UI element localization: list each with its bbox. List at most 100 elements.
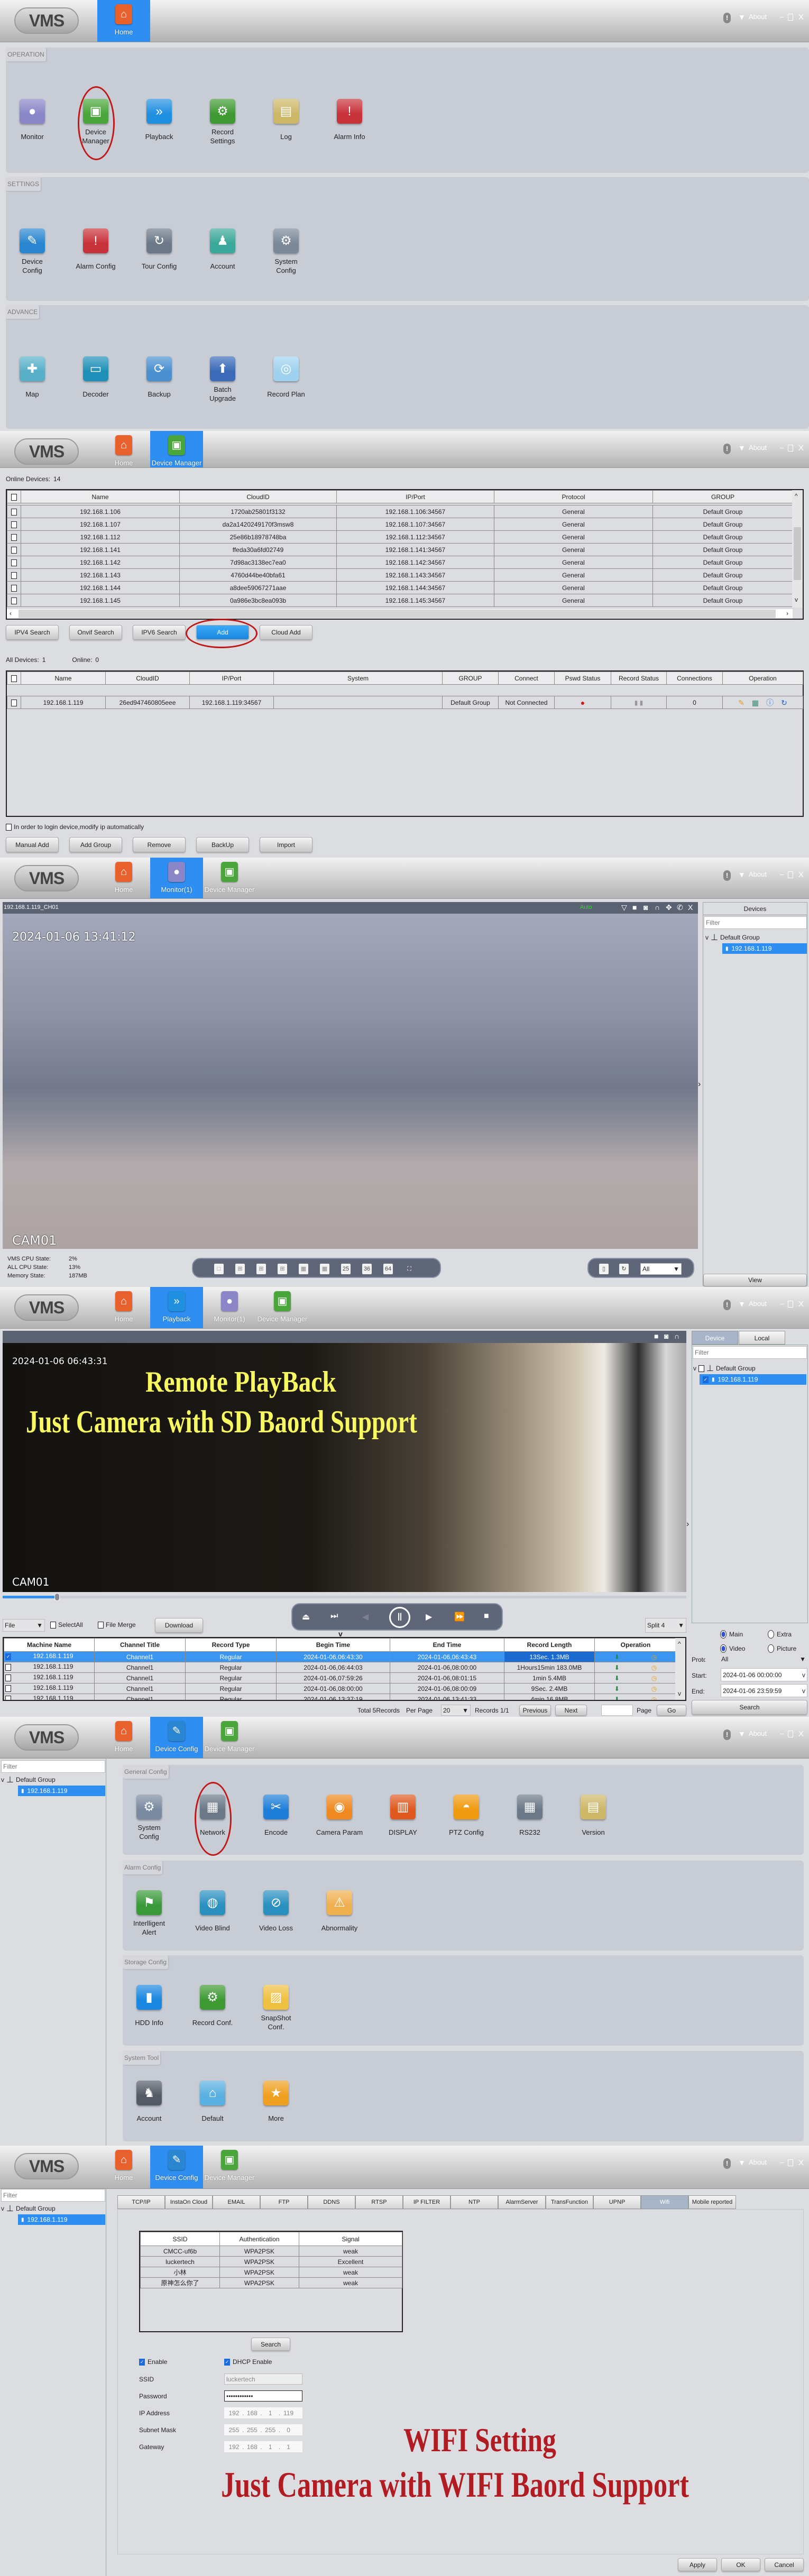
item-record-settings[interactable]: ⚙ Record Conf. [186,1985,239,2032]
side-tab-local[interactable]: Local [739,1331,785,1345]
file-merge-checkbox[interactable] [98,1621,104,1629]
scroll-left-icon[interactable]: ‹ [10,610,12,617]
layout-split-9-icon[interactable]: ▦ [299,1264,308,1274]
item-video-blind[interactable]: ◍ Video Blind [186,1890,239,1937]
minimize-icon[interactable]: – [780,1300,784,1308]
scroll-up-icon[interactable]: ^ [795,492,798,500]
backup-button[interactable]: BackUp [196,837,249,852]
column-header-record-status[interactable]: Record Status [611,671,667,685]
config-tab-rtsp[interactable]: RTSP [355,2195,403,2209]
search-button[interactable]: Search [692,1700,807,1715]
row-checkbox[interactable] [5,1664,11,1671]
stream-select[interactable]: All ▼ [640,1263,682,1275]
info-icon[interactable]: ! [723,1300,731,1310]
config-tab-transfunction[interactable]: TransFunction [546,2195,593,2209]
filter-input[interactable] [1,2189,105,2202]
column-header-pswd-status[interactable]: Pswd Status [554,671,611,685]
checkbox[interactable] [11,597,17,604]
about-link[interactable]: About [749,870,767,878]
table-row[interactable]: 192.168.1.119 26ed947460805eee 192.168.1.1… [7,696,803,709]
tour-icon[interactable]: ↻ [619,1264,629,1274]
filter-input[interactable] [1,1760,105,1773]
info-icon[interactable]: ! [723,1729,731,1740]
radio-button[interactable] [720,1644,727,1653]
octet[interactable]: 1 [280,2443,297,2451]
table-row[interactable]: 192.168.1.119 Channel1 Regular 2024-01-06,0… [4,1662,677,1673]
about-link[interactable]: About [749,1300,767,1308]
tab-device-manager[interactable]: ▣ Device Manager [203,858,256,898]
table-row[interactable]: 192.168.1.145 0a986e3bc8ea093b 192.168.1.1… [7,594,793,607]
item-alarm-config[interactable]: ! Alarm Config [69,228,122,275]
column-header-cloudid[interactable]: CloudID [179,490,337,503]
column-header-ip-port[interactable]: IP/Port [189,671,274,685]
item-camera-param[interactable]: ◉ Camera Param [313,1795,366,1842]
layout-split-1-icon[interactable]: □ [214,1264,224,1274]
column-header-operation[interactable]: Operation [594,1638,677,1652]
row-checkbox[interactable] [5,1685,11,1692]
config-tab-email[interactable]: EMAIL [213,2195,260,2209]
minimize-icon[interactable]: – [780,13,784,21]
split-select[interactable]: Split 4 ▼ [645,1618,686,1633]
config-tab-ntp[interactable]: NTP [451,2195,498,2209]
tab-home[interactable]: ⌂ Home [97,1287,150,1328]
row-checkbox-cell[interactable] [7,581,21,594]
column-header-channel-title[interactable]: Channel Title [94,1638,186,1652]
table-row[interactable]: 192.168.1.142 7d98ac3138ec7ea0 192.168.1.1… [7,556,793,569]
tab-home[interactable]: ⌂ Home [97,858,150,898]
item-system-config[interactable]: ⚙ System Config [123,1795,176,1842]
column-header-operation[interactable]: Operation [722,671,803,685]
select-all-option[interactable]: SelectAll [50,1621,83,1629]
manual-add-button[interactable]: Manual Add [6,837,59,852]
close-icon[interactable]: X [688,903,693,912]
config-tab-ftp[interactable]: FTP [260,2195,308,2209]
octet[interactable]: 168 [244,2443,260,2451]
table-row[interactable]: 192.168.1.144 a8dee59067271aae 192.168.1.1… [7,581,793,594]
table-row[interactable]: 192.168.1.106 1720ab25801f3132 192.168.1.1… [7,505,793,518]
item-display[interactable]: ▥ DISPLAY [376,1795,429,1842]
filter-input[interactable] [704,916,807,929]
item-rs232[interactable]: ▦ RS232 [503,1795,556,1842]
play-clock-icon[interactable]: ◷ [651,1664,657,1671]
scroll-right-icon[interactable]: › [786,610,788,617]
play-clock-icon[interactable]: ◷ [651,1685,657,1692]
tab-monitor-1-[interactable]: ● Monitor(1) [150,858,203,898]
download-icon[interactable]: ⬇ [614,1685,620,1692]
ok-button[interactable]: OK [721,2558,760,2571]
table-row[interactable]: 192.168.1.112 25e86b18978748ba 192.168.1.1… [7,530,793,544]
column-header-ip-port[interactable]: IP/Port [336,490,494,503]
layout-split-4-icon[interactable]: ⊞ [235,1264,245,1274]
tab-device-manager[interactable]: ▣ Device Manager [256,1287,309,1328]
scroll-up-icon[interactable]: ^ [678,1640,681,1648]
download-icon[interactable]: ⬇ [614,1675,620,1682]
refresh-icon[interactable]: ↻ [781,698,787,707]
row-checkbox-cell[interactable] [7,556,21,569]
fast-forward-icon[interactable]: ⏩ [454,1612,465,1622]
layout-split-8-icon[interactable]: ⊞ [278,1264,287,1274]
onvif-search-button[interactable]: Onvif Search [69,625,122,640]
view-button[interactable]: View [703,1274,807,1286]
info-icon[interactable]: ! [723,444,731,454]
checkbox[interactable] [11,584,17,592]
config-tab-mobile-reported[interactable]: Mobile reported [688,2195,736,2209]
info-icon[interactable]: ! [723,870,731,881]
slow-icon[interactable]: ◀ [362,1612,369,1622]
config-tab-ddns[interactable]: DDNS [308,2195,355,2209]
download-button[interactable]: Download [155,1618,203,1633]
config-tab-wifi[interactable]: Wifi [641,2195,688,2209]
item-record-settings[interactable]: ⚙ Record Settings [196,99,249,146]
config-tab-instaon-cloud[interactable]: InstaOn Cloud [165,2195,213,2209]
config-tab-upnp[interactable]: UPNP [593,2195,641,2209]
snapshot-icon[interactable]: ◙ [664,1332,668,1340]
column-header-signal[interactable]: Signal [299,2232,402,2246]
info-icon[interactable]: ! [723,13,731,23]
wifi-row[interactable]: luckertech WPA2PSK Excellent [140,2256,402,2267]
radio-button[interactable] [720,1630,727,1639]
file-type-select[interactable]: File ▼ [3,1619,45,1632]
column-header-connect[interactable]: Connect [498,671,555,685]
expand-icon[interactable]: v [1,2205,4,2212]
close-icon[interactable]: X [798,870,804,879]
tree-device-192-168-1-119[interactable]: ✓ ▮ 192.168.1.119 [700,1374,806,1385]
row-checkbox-cell[interactable] [7,568,21,582]
column-header-system[interactable]: System [273,671,443,685]
radio-button[interactable] [768,1630,774,1639]
